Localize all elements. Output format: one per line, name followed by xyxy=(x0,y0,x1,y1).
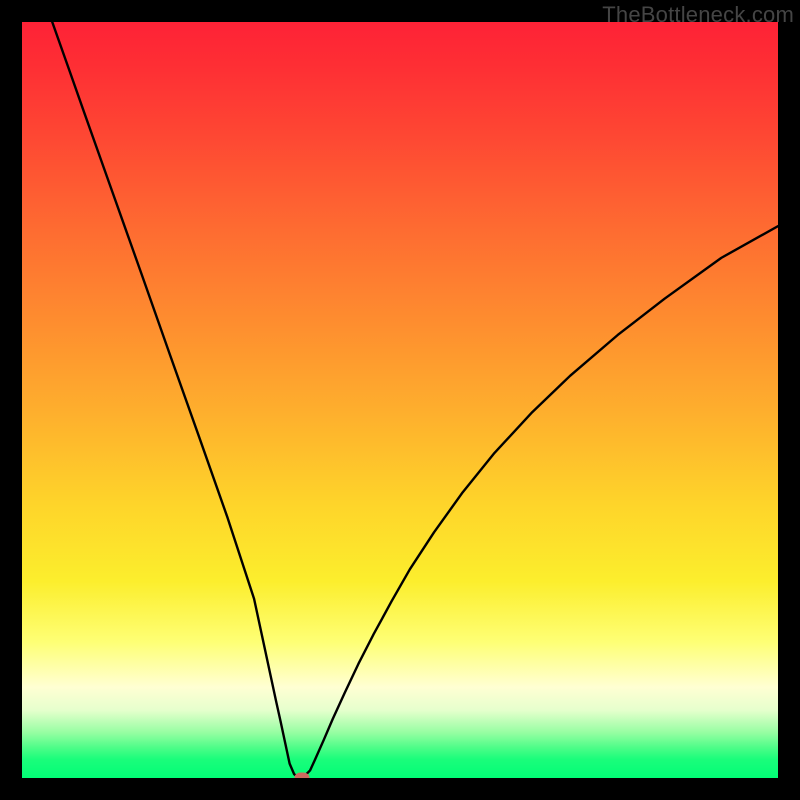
minimum-marker-icon xyxy=(294,773,309,779)
bottleneck-curve xyxy=(22,22,778,778)
watermark-text: TheBottleneck.com xyxy=(602,2,794,28)
plot-area xyxy=(22,22,778,778)
chart-frame: TheBottleneck.com xyxy=(0,0,800,800)
